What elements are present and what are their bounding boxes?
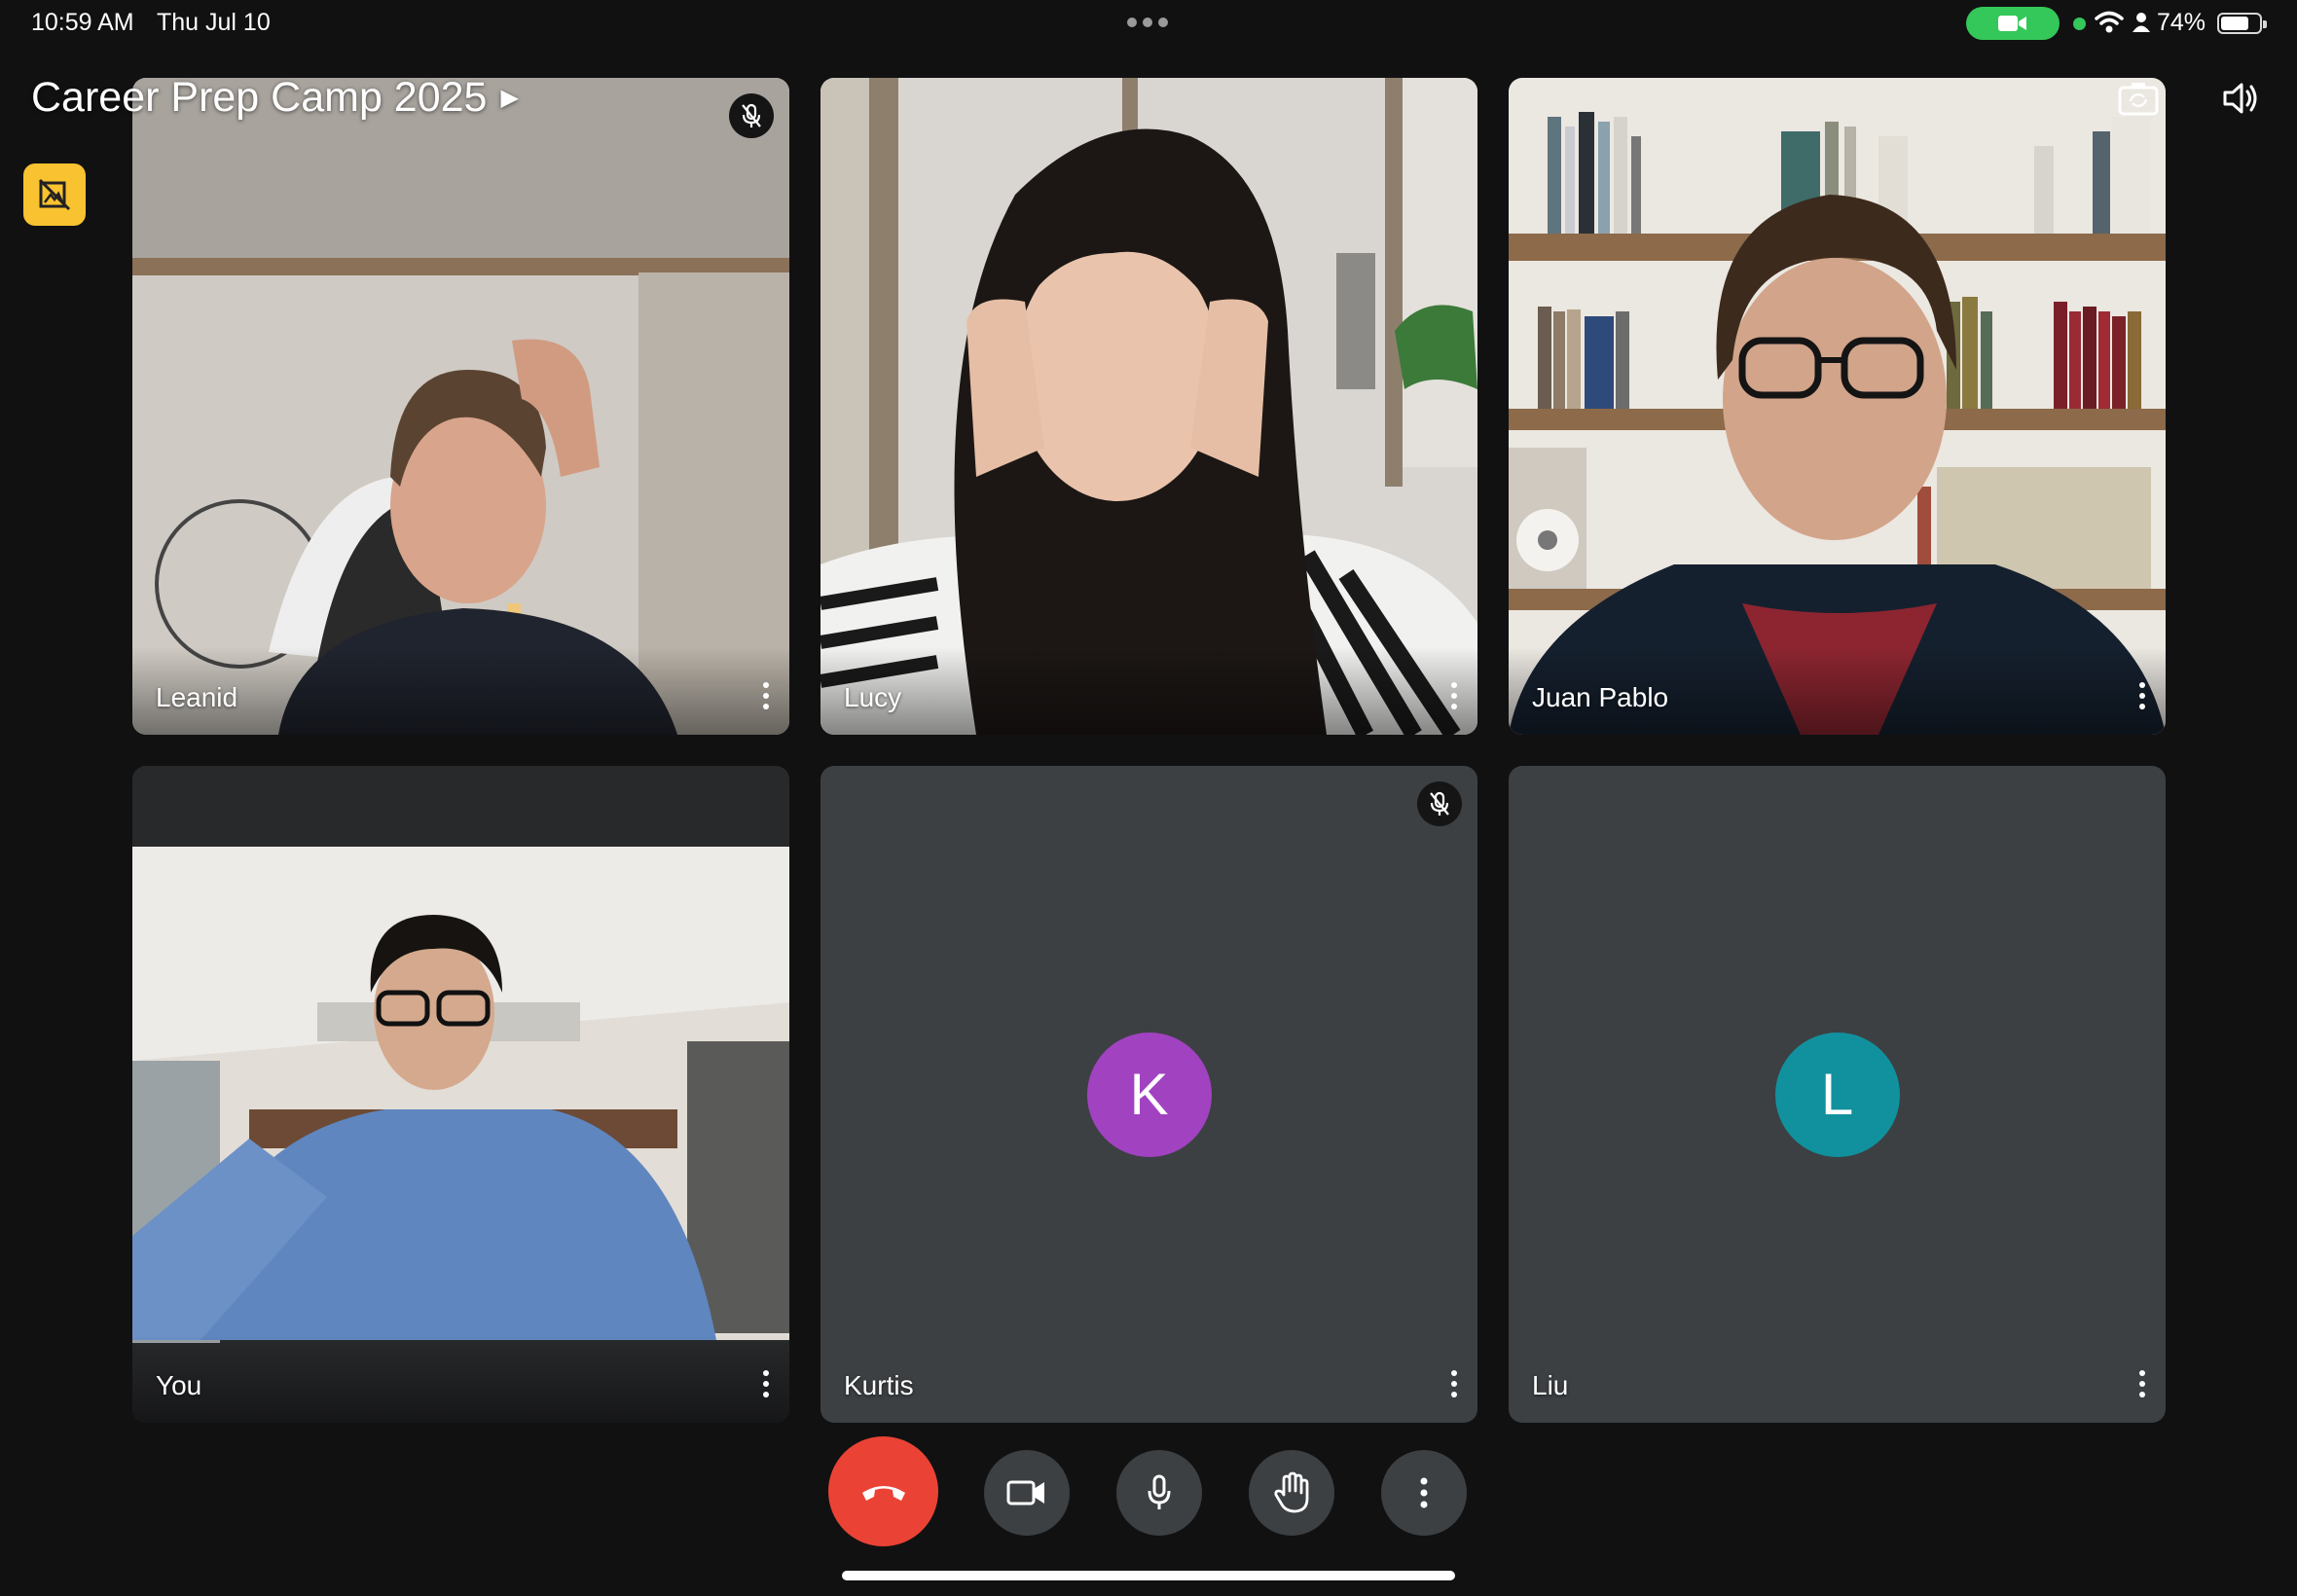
- status-bar: 10:59 AM Thu Jul 10 74%: [0, 0, 2297, 51]
- participant-tile-juan-pablo[interactable]: Juan Pablo: [1509, 78, 2166, 735]
- participant-name: You: [156, 1370, 202, 1400]
- microphone-icon: [1148, 1474, 1171, 1509]
- no-background-icon: [38, 178, 71, 211]
- status-time: 10:59 AM: [31, 9, 134, 36]
- more-options-button[interactable]: [1381, 1450, 1467, 1536]
- participant-name: Lucy: [844, 682, 902, 712]
- end-call-button[interactable]: [828, 1436, 938, 1546]
- more-vert-icon[interactable]: [1444, 676, 1464, 715]
- camera-toggle-button[interactable]: [984, 1450, 1070, 1536]
- person-icon: [2133, 13, 2150, 32]
- meeting-title-text: Career Prep Camp 2025: [31, 74, 488, 121]
- muted-badge: [1417, 781, 1462, 826]
- participant-tile-leanid[interactable]: Leanid: [132, 78, 789, 735]
- more-vert-icon[interactable]: [756, 676, 776, 715]
- more-vert-icon[interactable]: [2133, 676, 2152, 715]
- avatar: K: [1086, 1032, 1212, 1157]
- video-camera-icon: [1998, 16, 2026, 31]
- muted-badge: [729, 93, 774, 138]
- more-vert-icon[interactable]: [756, 1364, 776, 1403]
- call-controls: [0, 1436, 2297, 1553]
- audio-output-button[interactable]: [2221, 80, 2260, 122]
- more-vert-icon[interactable]: [2133, 1364, 2152, 1403]
- participant-name: Kurtis: [844, 1370, 914, 1400]
- mic-off-icon: [742, 103, 761, 127]
- battery-icon: [2217, 13, 2267, 34]
- raise-hand-button[interactable]: [1249, 1450, 1334, 1536]
- participant-video: [820, 78, 1477, 735]
- participant-name: Leanid: [156, 682, 238, 712]
- participant-tile-you[interactable]: You: [132, 766, 789, 1423]
- more-vert-icon: [1420, 1477, 1428, 1508]
- switch-camera-button[interactable]: [2118, 80, 2159, 122]
- wifi-icon: [2095, 11, 2124, 33]
- mic-off-icon: [1430, 791, 1449, 816]
- home-indicator[interactable]: [842, 1571, 1455, 1580]
- more-vert-icon[interactable]: [1444, 1364, 1464, 1403]
- switch-camera-icon: [2118, 83, 2159, 116]
- participant-name: Liu: [1532, 1370, 1569, 1400]
- self-view-video: [132, 766, 789, 1423]
- video-camera-icon: [1006, 1480, 1044, 1505]
- participant-video: [1509, 78, 2166, 735]
- phone-hangup-icon: [861, 1485, 905, 1501]
- speaker-volume-icon: [2223, 83, 2257, 114]
- meeting-title[interactable]: Career Prep Camp 2025 ▶: [31, 74, 519, 122]
- chevron-right-icon: ▶: [500, 85, 519, 111]
- battery-percent: 74%: [2157, 9, 2206, 36]
- status-date: Thu Jul 10: [157, 9, 271, 36]
- participant-tile-lucy[interactable]: Lucy: [820, 78, 1477, 735]
- multitasking-dots-icon[interactable]: [1127, 18, 1168, 27]
- camera-active-dot: [2073, 18, 2086, 30]
- participant-tile-liu[interactable]: L Liu: [1509, 766, 2166, 1423]
- no-background-button[interactable]: [23, 163, 86, 226]
- raise-hand-icon: [1274, 1471, 1309, 1513]
- camera-in-use-indicator[interactable]: [1966, 7, 2060, 40]
- participant-video: [132, 78, 789, 735]
- avatar: L: [1774, 1032, 1900, 1157]
- participant-tile-kurtis[interactable]: K Kurtis: [820, 766, 1477, 1423]
- participant-name: Juan Pablo: [1532, 682, 1669, 712]
- microphone-toggle-button[interactable]: [1116, 1450, 1202, 1536]
